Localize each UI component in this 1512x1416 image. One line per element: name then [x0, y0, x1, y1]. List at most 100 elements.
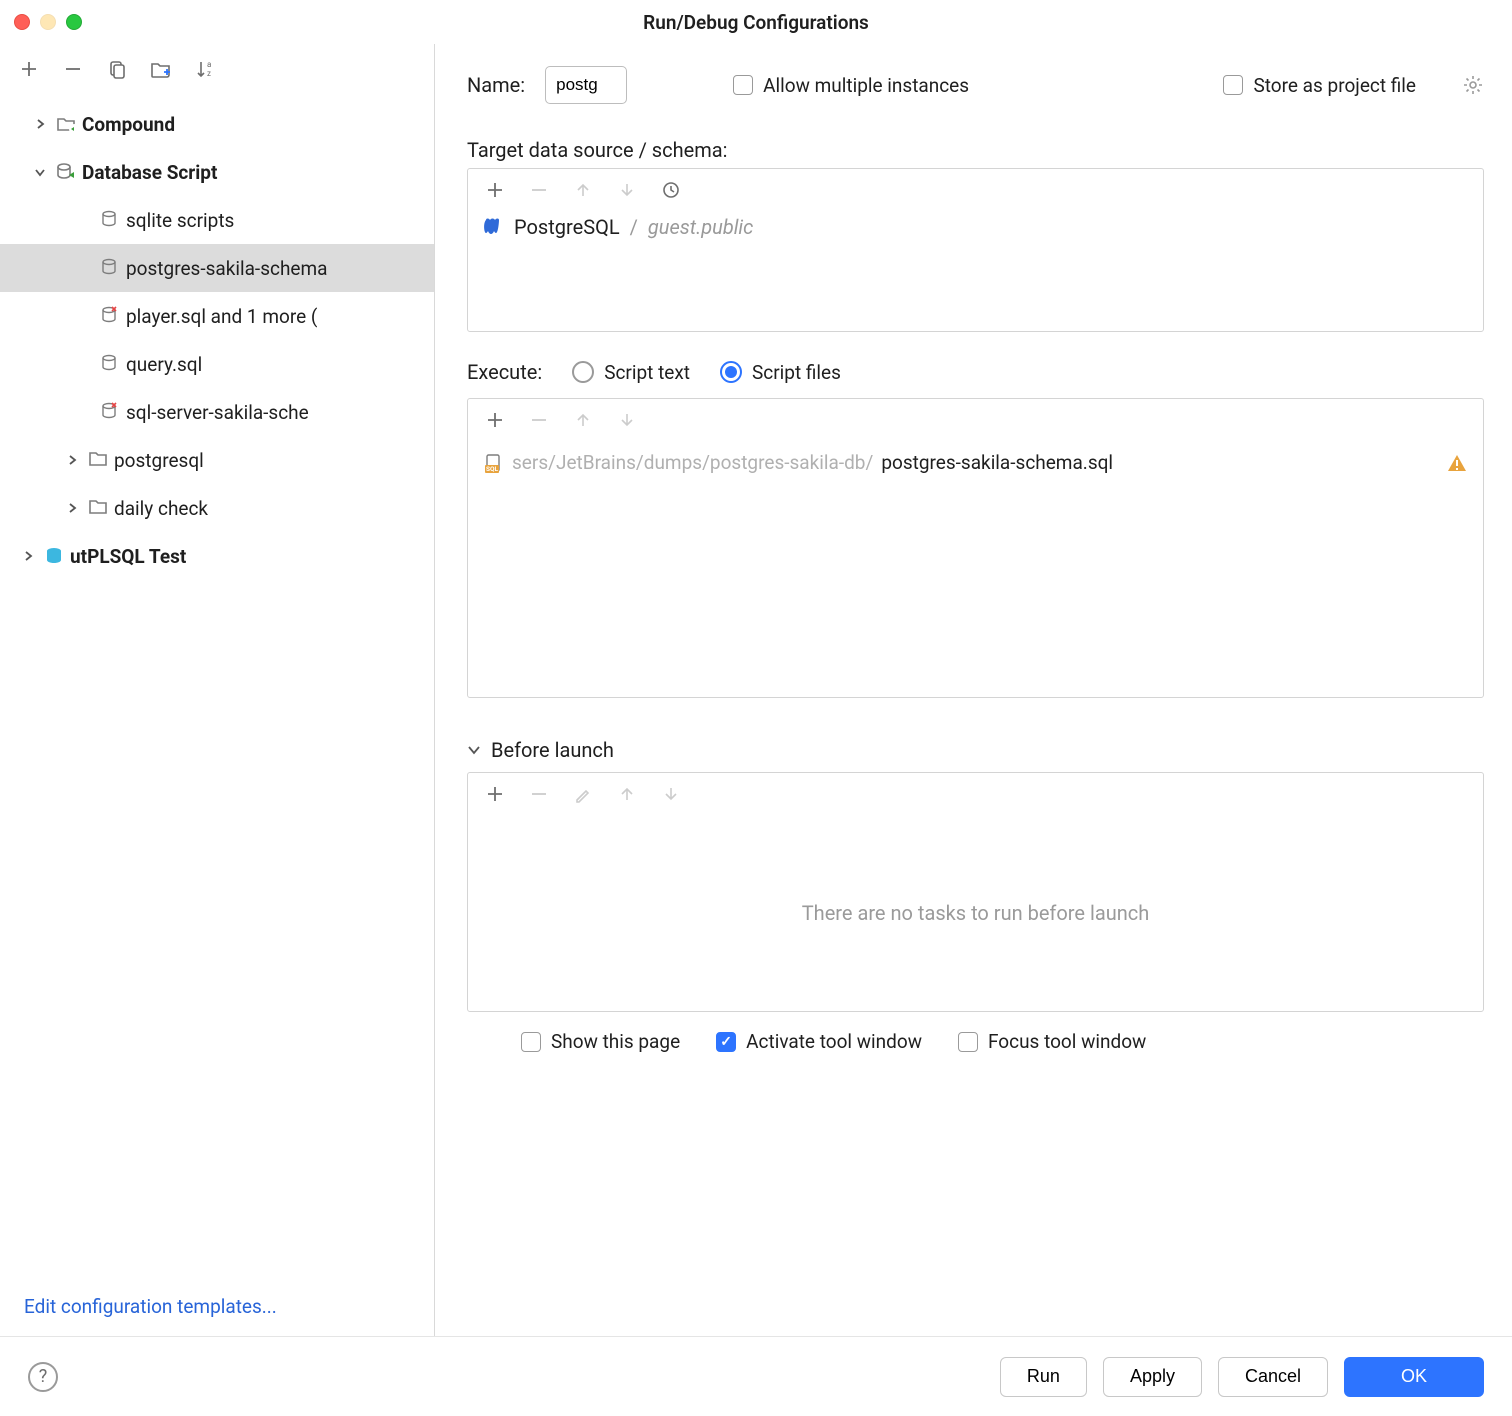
cancel-button[interactable]: Cancel: [1218, 1357, 1328, 1397]
tree-item[interactable]: sql-server-sakila-sche: [0, 388, 434, 436]
tree-node-utplsql[interactable]: utPLSQL Test: [0, 532, 434, 580]
tree-label: Compound: [82, 113, 175, 136]
warning-icon: [1447, 453, 1467, 473]
tree-label: utPLSQL Test: [70, 545, 186, 568]
datasource-schema: guest.public: [648, 215, 753, 239]
before-launch-header[interactable]: Before launch: [467, 738, 1484, 762]
file-path-name: postgres-sakila-schema.sql: [881, 451, 1113, 474]
chevron-right-icon: [62, 502, 82, 514]
sidebar: az Compound Database Script sqlite scrip…: [0, 44, 435, 1336]
edit-icon: [572, 783, 594, 805]
datasource-sep: /: [630, 215, 638, 239]
chevron-down-icon: [467, 743, 481, 757]
move-down-icon: [616, 409, 638, 431]
remove-icon: [528, 179, 550, 201]
focus-tool-label: Focus tool window: [988, 1030, 1146, 1053]
folder-icon: [88, 450, 108, 470]
datasource-row[interactable]: PostgreSQL / guest.public: [482, 215, 1469, 239]
chevron-down-icon: [30, 166, 50, 178]
copy-icon[interactable]: [106, 58, 128, 80]
tree-label: daily check: [114, 497, 208, 520]
database-icon: [100, 354, 120, 374]
add-icon[interactable]: [484, 179, 506, 201]
gear-icon[interactable]: [1462, 74, 1484, 96]
add-icon[interactable]: [484, 783, 506, 805]
file-path-prefix: sers/JetBrains/dumps/postgres-sakila-db/: [512, 451, 873, 474]
add-icon[interactable]: [484, 409, 506, 431]
utplsql-icon: [44, 546, 64, 566]
database-icon: [100, 258, 120, 278]
allow-multiple-checkbox[interactable]: Allow multiple instances: [733, 74, 969, 97]
window-title: Run/Debug Configurations: [0, 11, 1512, 34]
compound-icon: [56, 114, 76, 134]
tree-item[interactable]: query.sql: [0, 340, 434, 388]
execute-script-text-radio[interactable]: Script text: [572, 361, 690, 384]
chevron-right-icon: [30, 118, 50, 130]
run-debug-dialog: Run/Debug Configurations az: [0, 0, 1512, 1416]
tree-node-database-script[interactable]: Database Script: [0, 148, 434, 196]
focus-tool-checkbox[interactable]: Focus tool window: [958, 1030, 1146, 1053]
dialog-footer: ? Run Apply Cancel OK: [0, 1336, 1512, 1416]
store-project-checkbox[interactable]: Store as project file: [1223, 74, 1416, 97]
apply-button[interactable]: Apply: [1103, 1357, 1202, 1397]
tree-node-compound[interactable]: Compound: [0, 100, 434, 148]
script-file-row[interactable]: SQL sers/JetBrains/dumps/postgres-sakila…: [482, 445, 1469, 480]
tree-label: postgresql: [114, 449, 204, 472]
execute-label: Execute:: [467, 360, 542, 384]
titlebar: Run/Debug Configurations: [0, 0, 1512, 44]
move-up-icon: [572, 179, 594, 201]
store-project-label: Store as project file: [1253, 74, 1416, 97]
history-icon[interactable]: [660, 179, 682, 201]
activate-tool-checkbox[interactable]: ✓ Activate tool window: [716, 1030, 922, 1053]
before-launch-empty: There are no tasks to run before launch: [468, 815, 1483, 1011]
tree-label: sqlite scripts: [126, 209, 234, 232]
show-page-label: Show this page: [551, 1030, 680, 1053]
tree-item[interactable]: sqlite scripts: [0, 196, 434, 244]
move-up-icon: [572, 409, 594, 431]
new-folder-icon[interactable]: [150, 58, 172, 80]
script-files-panel: SQL sers/JetBrains/dumps/postgres-sakila…: [467, 398, 1484, 698]
help-icon[interactable]: ?: [28, 1362, 58, 1392]
database-run-icon: [56, 162, 76, 182]
target-datasource-panel: PostgreSQL / guest.public: [467, 168, 1484, 332]
activate-tool-label: Activate tool window: [746, 1030, 922, 1053]
move-down-icon: [660, 783, 682, 805]
svg-text:SQL: SQL: [486, 465, 498, 473]
tree-folder[interactable]: daily check: [0, 484, 434, 532]
remove-icon: [528, 783, 550, 805]
tree-item-selected[interactable]: postgres-sakila-schema: [0, 244, 434, 292]
move-down-icon: [616, 179, 638, 201]
svg-text:a: a: [207, 60, 211, 69]
run-button[interactable]: Run: [1000, 1357, 1087, 1397]
chevron-right-icon: [18, 550, 38, 562]
database-icon: [100, 210, 120, 230]
allow-multiple-label: Allow multiple instances: [763, 74, 969, 97]
database-error-icon: [100, 402, 120, 422]
tree-folder[interactable]: postgresql: [0, 436, 434, 484]
ok-button[interactable]: OK: [1344, 1357, 1484, 1397]
chevron-right-icon: [62, 454, 82, 466]
name-label: Name:: [467, 73, 525, 97]
before-launch-section: Before launch There are no tasks to run …: [467, 738, 1484, 1053]
tree-item[interactable]: player.sql and 1 more (: [0, 292, 434, 340]
config-form: Name: Allow multiple instances Store as …: [435, 44, 1512, 1336]
sort-alpha-icon[interactable]: az: [194, 58, 216, 80]
show-page-checkbox[interactable]: Show this page: [521, 1030, 680, 1053]
before-launch-panel: There are no tasks to run before launch: [467, 772, 1484, 1012]
datasource-name: PostgreSQL: [514, 215, 620, 239]
edit-templates-link[interactable]: Edit configuration templates...: [24, 1295, 277, 1318]
config-tree: Compound Database Script sqlite scripts …: [0, 94, 434, 1277]
add-icon[interactable]: [18, 58, 40, 80]
sidebar-toolbar: az: [0, 44, 434, 94]
radio-label: Script text: [604, 361, 690, 384]
target-label: Target data source / schema:: [467, 138, 1484, 162]
execute-script-files-radio[interactable]: Script files: [720, 361, 841, 384]
database-error-icon: [100, 306, 120, 326]
tree-label: player.sql and 1 more (: [126, 305, 317, 328]
tree-label: Database Script: [82, 161, 217, 184]
svg-text:z: z: [207, 69, 211, 78]
radio-label: Script files: [752, 361, 841, 384]
remove-icon[interactable]: [62, 58, 84, 80]
tree-label: sql-server-sakila-sche: [126, 401, 309, 424]
name-input[interactable]: [545, 66, 627, 104]
